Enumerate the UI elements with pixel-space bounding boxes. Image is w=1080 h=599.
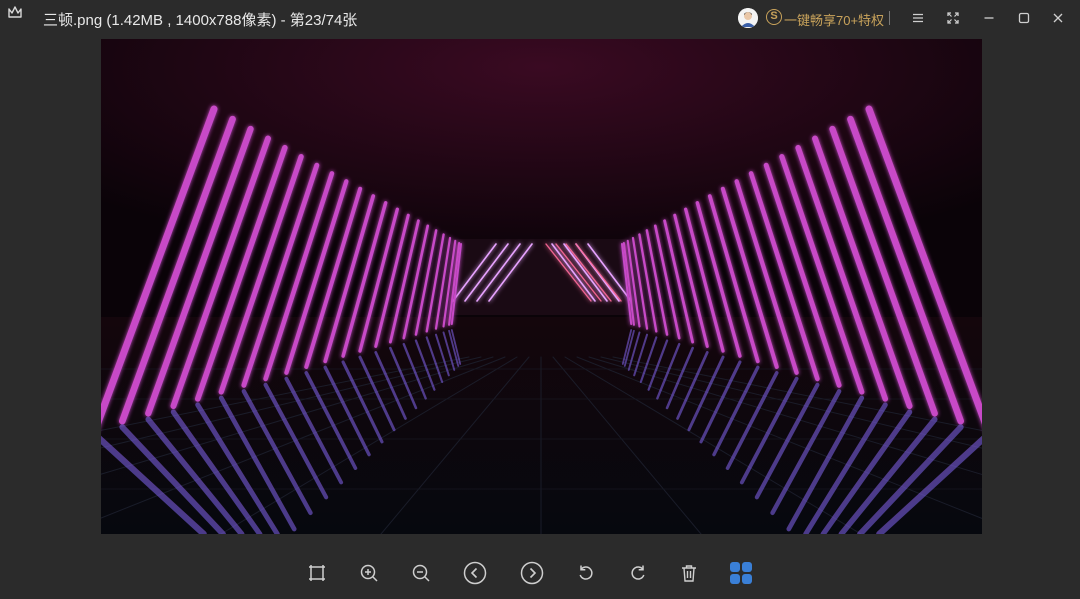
zoom-in-button[interactable] xyxy=(357,561,381,585)
zoom-in-icon xyxy=(360,564,378,582)
user-avatar[interactable] xyxy=(738,8,758,28)
crown-icon[interactable] xyxy=(8,6,22,18)
fullscreen-button[interactable] xyxy=(944,9,962,27)
vip-promo-link[interactable]: 一键畅享70+特权 xyxy=(784,10,884,29)
thumbnails-button[interactable] xyxy=(729,561,753,585)
rotate-right-icon xyxy=(631,565,645,580)
minimize-button[interactable] xyxy=(980,9,998,27)
rotate-right-button[interactable] xyxy=(626,561,650,585)
chevron-left-icon xyxy=(463,561,487,585)
menu-icon xyxy=(913,13,923,23)
image-viewer-window: 三顿.png (1.42MB , 1400x788像素) - 第23/74张 S… xyxy=(0,0,1080,599)
chevron-right-icon xyxy=(520,561,544,585)
fit-window-icon xyxy=(309,565,325,581)
zoom-out-icon xyxy=(412,564,430,582)
image-canvas[interactable] xyxy=(101,39,982,534)
title-divider xyxy=(889,11,890,25)
previous-image-button[interactable] xyxy=(463,561,487,585)
maximize-icon xyxy=(1018,12,1030,24)
fit-to-window-button[interactable] xyxy=(305,561,329,585)
close-button[interactable] xyxy=(1049,9,1067,27)
menu-button[interactable] xyxy=(909,9,927,27)
next-image-button[interactable] xyxy=(520,561,544,585)
trash-icon xyxy=(682,565,696,582)
close-icon xyxy=(1053,13,1063,23)
vip-badge-icon[interactable]: S xyxy=(766,9,782,25)
displayed-image xyxy=(101,39,982,534)
title-bar[interactable]: 三顿.png (1.42MB , 1400x788像素) - 第23/74张 S… xyxy=(0,0,1080,36)
maximize-button[interactable] xyxy=(1015,9,1033,27)
window-title: 三顿.png (1.42MB , 1400x788像素) - 第23/74张 xyxy=(43,12,358,29)
delete-button[interactable] xyxy=(677,561,701,585)
rotate-left-button[interactable] xyxy=(574,561,598,585)
minimize-icon xyxy=(984,17,994,19)
grid-icon xyxy=(730,562,752,584)
fullscreen-icon xyxy=(947,12,959,24)
zoom-out-button[interactable] xyxy=(409,561,433,585)
rotate-left-icon xyxy=(579,565,593,580)
